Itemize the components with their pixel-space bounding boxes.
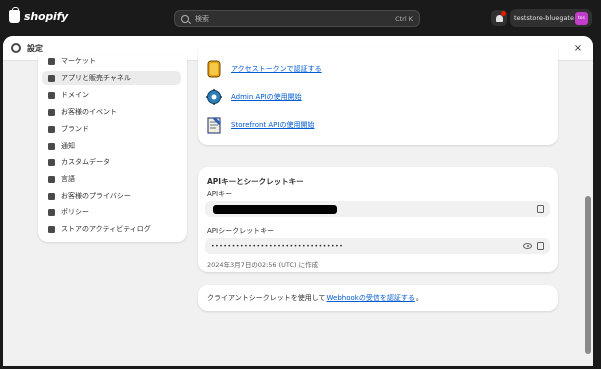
- apps-icon: [48, 74, 55, 82]
- notifications-button[interactable]: [491, 10, 507, 26]
- webhook-note-prefix: クライアントシークレットを使用して: [207, 294, 326, 302]
- created-timestamp: 2024年3月7日の02:56 (UTC) に作成: [207, 261, 319, 269]
- search-placeholder: 検索: [195, 14, 209, 23]
- sidebar-item-label: 言語: [61, 175, 75, 183]
- close-button[interactable]: ×: [571, 43, 585, 54]
- sidebar-item-apps[interactable]: アプリと販売チャネル: [42, 71, 181, 85]
- copy-icon[interactable]: [537, 205, 544, 213]
- access-token-link[interactable]: アクセストークンで認証する: [231, 64, 322, 74]
- gear-cog-icon: [206, 89, 222, 105]
- sidebar-item-label: ポリシー: [61, 208, 89, 216]
- storefront-api-row: Storefront APIの使用開始: [206, 115, 314, 135]
- shopify-logo[interactable]: shopify: [9, 7, 69, 23]
- scrollbar-thumb[interactable]: [585, 196, 591, 354]
- api-links-card: アクセストークンで認証する Admin APIの使用開始 Storefront …: [198, 48, 558, 145]
- api-credentials-card: APIキーとシークレットキー APIキー APIシークレットキー •••••••…: [198, 167, 558, 272]
- token-icon: [207, 60, 221, 78]
- gear-icon: [11, 43, 21, 53]
- sidebar-item-languages[interactable]: 言語: [42, 172, 181, 186]
- privacy-icon: [48, 192, 55, 200]
- sidebar-item-label: ブランド: [61, 125, 89, 133]
- copy-icon[interactable]: [537, 242, 544, 250]
- events-icon: [48, 108, 55, 116]
- sidebar-item-markets[interactable]: マーケット: [42, 54, 181, 68]
- webhook-note-suffix: 。: [415, 294, 423, 302]
- webhook-verify-link[interactable]: Webhookの受信を認証する: [327, 293, 415, 303]
- settings-modal: 設定 × マーケット アプリと販売チャネル ドメイン お客様のイベント ブランド…: [3, 36, 593, 366]
- sidebar-item-label: アプリと販売チャネル: [61, 74, 131, 82]
- language-icon: [48, 175, 55, 183]
- credentials-title: APIキーとシークレットキー: [207, 177, 304, 186]
- modal-scrollbar[interactable]: [583, 61, 593, 366]
- secret-key-label: APIシークレットキー: [207, 227, 275, 235]
- search-shortcut: Ctrl K: [395, 14, 413, 23]
- domain-icon: [48, 91, 55, 99]
- admin-api-link[interactable]: Admin APIの使用開始: [231, 92, 302, 102]
- bell-icon: [48, 142, 55, 150]
- storefront-doc-icon: [207, 117, 221, 134]
- top-bar: shopify 検索 Ctrl K teststore-bluegate tes: [0, 0, 601, 36]
- sidebar-item-label: お客様のイベント: [61, 108, 117, 116]
- sidebar-item-domains[interactable]: ドメイン: [42, 88, 181, 102]
- api-key-field[interactable]: [205, 201, 550, 217]
- globe-icon: [48, 57, 55, 65]
- data-icon: [48, 158, 55, 166]
- store-avatar: tes: [575, 11, 588, 25]
- access-token-row: アクセストークンで認証する: [206, 59, 322, 79]
- notification-dot: [501, 11, 506, 16]
- sidebar-item-label: カスタムデータ: [61, 158, 110, 166]
- store-switcher[interactable]: teststore-bluegate tes: [510, 9, 592, 27]
- sidebar-item-custom-data[interactable]: カスタムデータ: [42, 155, 181, 169]
- api-key-label: APIキー: [207, 190, 233, 198]
- admin-api-row: Admin APIの使用開始: [206, 87, 302, 107]
- sidebar-item-label: ドメイン: [61, 91, 89, 99]
- settings-sidebar: マーケット アプリと販売チャネル ドメイン お客様のイベント ブランド 通知 カ…: [38, 56, 187, 242]
- webhook-note-card: クライアントシークレットを使用して Webhookの受信を認証する 。: [198, 285, 558, 311]
- store-name: teststore-bluegate: [514, 14, 574, 22]
- sidebar-item-label: マーケット: [61, 57, 96, 65]
- sidebar-item-label: お客様のプライバシー: [61, 192, 131, 200]
- sidebar-item-notifications[interactable]: 通知: [42, 139, 181, 153]
- sidebar-item-activity-log[interactable]: ストアのアクティビティログ: [42, 222, 181, 236]
- search-icon: [181, 14, 189, 23]
- sidebar-item-policies[interactable]: ポリシー: [42, 205, 181, 219]
- eye-icon[interactable]: [523, 243, 532, 249]
- shopify-bag-icon: [9, 7, 20, 23]
- sidebar-item-label: ストアのアクティビティログ: [61, 225, 151, 233]
- search-bar[interactable]: 検索 Ctrl K: [174, 10, 420, 27]
- storefront-api-link[interactable]: Storefront APIの使用開始: [231, 120, 314, 130]
- sidebar-item-customer-privacy[interactable]: お客様のプライバシー: [42, 189, 181, 203]
- brand-icon: [48, 125, 55, 133]
- sidebar-item-label: 通知: [61, 142, 75, 150]
- api-key-redacted: [213, 204, 337, 214]
- sidebar-item-customer-events[interactable]: お客様のイベント: [42, 105, 181, 119]
- policy-icon: [48, 208, 55, 216]
- sidebar-item-brand[interactable]: ブランド: [42, 122, 181, 136]
- secret-key-field[interactable]: ••••••••••••••••••••••••••••••••: [205, 238, 550, 254]
- secret-key-masked: ••••••••••••••••••••••••••••••••: [211, 242, 344, 250]
- activity-icon: [48, 225, 55, 233]
- brand-name: shopify: [24, 10, 69, 23]
